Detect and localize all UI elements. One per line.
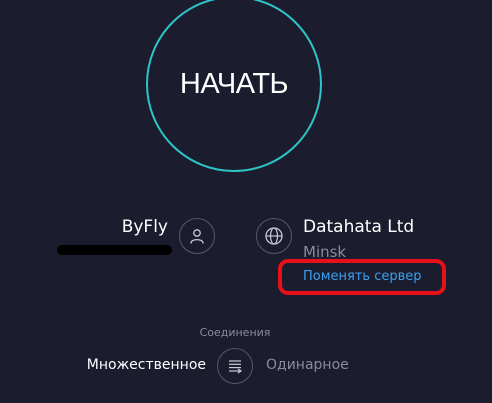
user-icon bbox=[179, 218, 215, 254]
start-button-label: НАЧАТЬ bbox=[179, 67, 289, 100]
redacted-ip-address bbox=[57, 245, 172, 255]
connection-mode-single-option[interactable]: Одинарное bbox=[266, 357, 349, 373]
globe-icon bbox=[256, 218, 292, 254]
isp-name: ByFly bbox=[121, 217, 168, 237]
connections-mode-icon[interactable] bbox=[217, 348, 253, 384]
start-test-button[interactable]: НАЧАТЬ bbox=[146, 0, 322, 172]
connection-mode-multi-option[interactable]: Множественное bbox=[87, 357, 206, 373]
connections-heading: Соединения bbox=[199, 326, 271, 339]
server-name: Datahata Ltd bbox=[303, 217, 415, 237]
server-city: Minsk bbox=[303, 243, 347, 261]
change-server-link[interactable]: Поменять сервер bbox=[303, 269, 422, 284]
